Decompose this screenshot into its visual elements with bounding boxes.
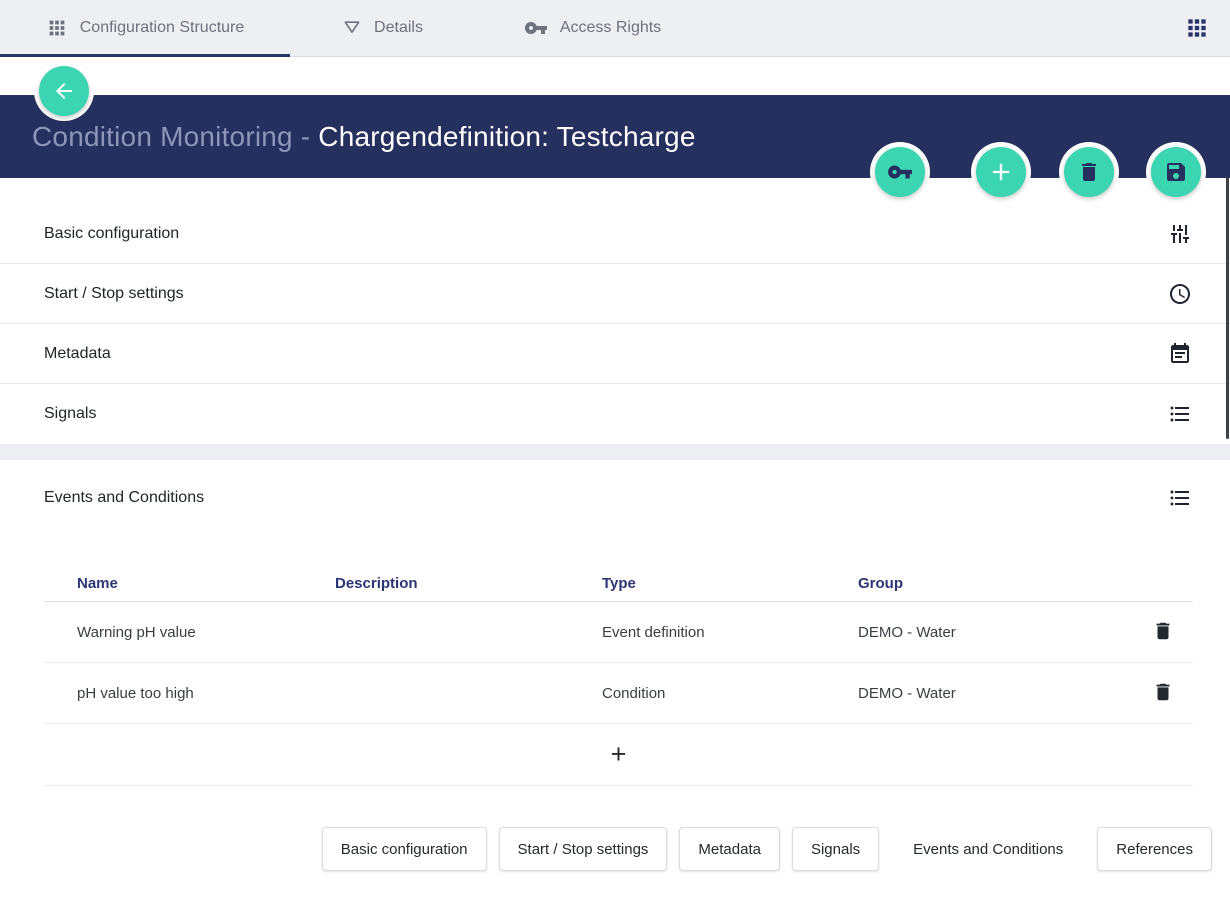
nav-chip-basic-configuration[interactable]: Basic configuration	[322, 827, 487, 871]
fab-notch	[870, 142, 930, 202]
events-table: Name Description Type Group Warning pH v…	[44, 566, 1193, 786]
page-title-main: Chargendefinition: Testcharge	[318, 121, 695, 152]
trash-icon	[1152, 620, 1174, 645]
scrollbar-thumb[interactable]	[1226, 177, 1229, 439]
section-list: Basic configuration Start / Stop setting…	[0, 178, 1230, 444]
trash-icon	[1152, 681, 1174, 706]
page-title-prefix: Condition Monitoring -	[32, 121, 318, 152]
cell-name: Warning pH value	[44, 624, 335, 641]
filter-icon	[342, 18, 362, 38]
cell-name: pH value too high	[44, 685, 335, 702]
top-tab-bar: Configuration Structure Details Access R…	[0, 0, 1230, 57]
section-label: Signals	[44, 405, 96, 423]
nav-chip-start-stop-settings[interactable]: Start / Stop settings	[499, 827, 668, 871]
back-button[interactable]	[39, 66, 89, 116]
calendar-icon	[1168, 342, 1192, 366]
save-button[interactable]	[1151, 147, 1201, 197]
cell-type: Event definition	[602, 624, 858, 641]
trash-icon	[1077, 160, 1101, 184]
tab-label: Configuration Structure	[80, 19, 245, 37]
section-label: Start / Stop settings	[44, 285, 184, 303]
add-button[interactable]	[976, 147, 1026, 197]
apps-grid-icon[interactable]	[1184, 15, 1210, 41]
app-root: Configuration Structure Details Access R…	[0, 0, 1230, 911]
nav-chip-events-and-conditions[interactable]: Events and Conditions	[891, 827, 1085, 871]
tab-label: Access Rights	[560, 19, 661, 37]
page-title: Condition Monitoring - Chargendefinition…	[32, 121, 696, 153]
save-icon	[1164, 160, 1188, 184]
nav-chip-references[interactable]: References	[1097, 827, 1212, 871]
add-event-row[interactable]: +	[44, 724, 1193, 786]
delete-button[interactable]	[1064, 147, 1114, 197]
add-icon: +	[611, 741, 627, 768]
column-header-name: Name	[44, 575, 335, 592]
events-card-header: Events and Conditions	[0, 460, 1230, 510]
grid-icon	[46, 17, 68, 39]
section-start-stop-settings[interactable]: Start / Stop settings	[0, 264, 1230, 324]
section-basic-configuration[interactable]: Basic configuration	[0, 204, 1230, 264]
cell-type: Condition	[602, 685, 858, 702]
section-label: Basic configuration	[44, 225, 179, 243]
nav-chip-metadata[interactable]: Metadata	[679, 827, 780, 871]
fab-notch	[1059, 142, 1119, 202]
events-table-header: Name Description Type Group	[44, 566, 1193, 602]
list-icon[interactable]	[1168, 486, 1192, 510]
key-icon	[887, 159, 913, 185]
table-row[interactable]: pH value too high Condition DEMO - Water	[44, 663, 1193, 724]
tabbar-spacer	[710, 0, 1184, 56]
row-delete-button[interactable]	[1145, 675, 1181, 711]
cell-group: DEMO - Water	[858, 685, 1133, 702]
section-signals[interactable]: Signals	[0, 384, 1230, 444]
list-icon	[1168, 402, 1192, 426]
section-metadata[interactable]: Metadata	[0, 324, 1230, 384]
section-label: Metadata	[44, 345, 111, 363]
add-icon	[987, 158, 1015, 186]
table-row[interactable]: Warning pH value Event definition DEMO -…	[44, 602, 1193, 663]
column-header-group: Group	[858, 575, 1133, 592]
arrow-left-icon	[52, 79, 76, 103]
column-header-type: Type	[602, 575, 858, 592]
events-and-conditions-card: Events and Conditions Name Description T…	[0, 460, 1230, 911]
tab-label: Details	[374, 19, 423, 37]
tab-configuration-structure[interactable]: Configuration Structure	[0, 0, 290, 56]
clock-icon	[1168, 282, 1192, 306]
nav-chip-signals[interactable]: Signals	[792, 827, 879, 871]
cell-group: DEMO - Water	[858, 624, 1133, 641]
column-header-description: Description	[335, 575, 602, 592]
toolbar-strip	[0, 57, 1230, 95]
bottom-section-nav: Basic configuration Start / Stop setting…	[0, 827, 1230, 871]
tune-icon	[1168, 222, 1192, 246]
tab-details[interactable]: Details	[290, 0, 475, 56]
page-header: Condition Monitoring - Chargendefinition…	[0, 95, 1230, 178]
fab-notch	[971, 142, 1031, 202]
tab-access-rights[interactable]: Access Rights	[475, 0, 710, 56]
fab-notch	[1146, 142, 1206, 202]
card-gap	[0, 444, 1230, 460]
events-card-title: Events and Conditions	[44, 489, 204, 507]
key-icon	[524, 16, 548, 40]
back-button-notch	[34, 61, 94, 121]
access-key-button[interactable]	[875, 147, 925, 197]
row-delete-button[interactable]	[1145, 614, 1181, 650]
